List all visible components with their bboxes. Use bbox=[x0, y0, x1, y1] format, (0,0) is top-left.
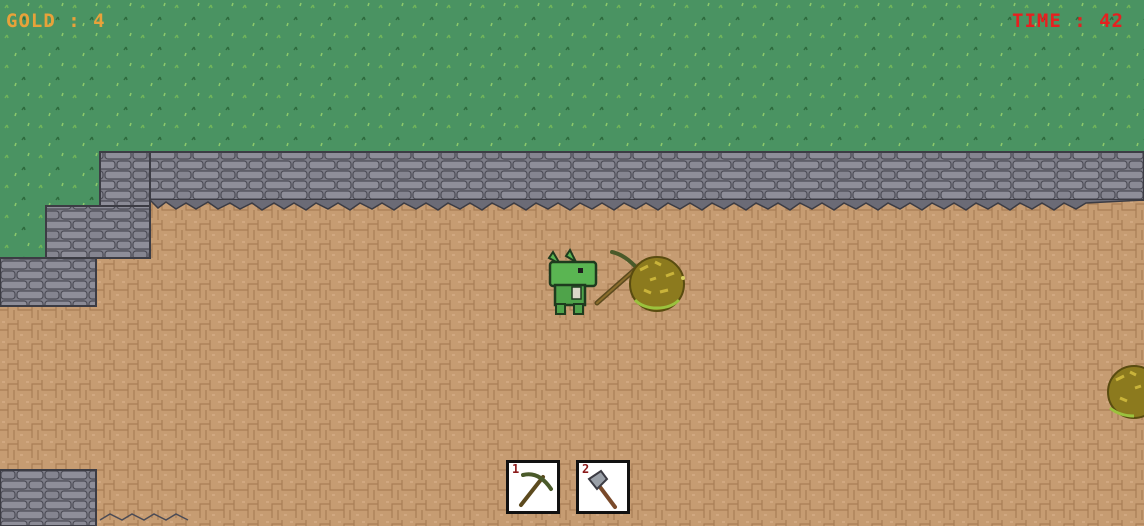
slot-key-label: 1 bbox=[512, 462, 520, 476]
hotbar-slot-pickaxe[interactable]: 1 bbox=[506, 460, 560, 514]
gold-counter: GOLD : 4 bbox=[6, 10, 106, 32]
hotbar-slot-axe[interactable]: 2 bbox=[576, 460, 630, 514]
game-world bbox=[0, 0, 1144, 526]
gold-ore-node[interactable] bbox=[629, 256, 685, 312]
time-counter: TIME : 42 bbox=[1012, 10, 1124, 32]
slot-key-label: 2 bbox=[582, 462, 590, 476]
dirt-floor bbox=[0, 200, 1144, 526]
